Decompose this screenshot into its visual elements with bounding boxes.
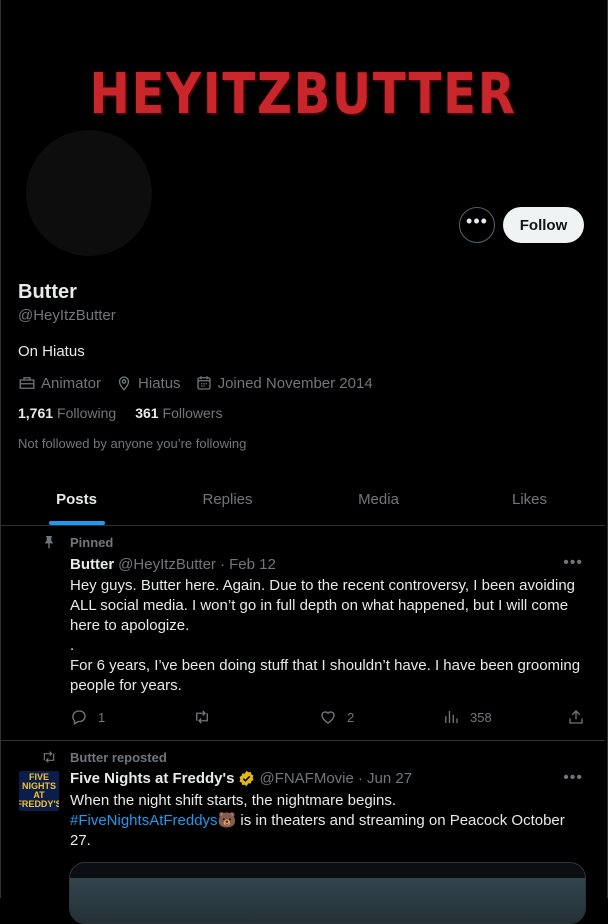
post-text: Hey guys. Butter here. Again. Due to the… (70, 576, 585, 696)
post-media[interactable] (69, 862, 586, 924)
post-more-icon[interactable]: ••• (563, 554, 583, 572)
tab-media[interactable]: Media (303, 474, 454, 525)
share-button[interactable] (567, 708, 595, 726)
post-header: Butter @HeyItzButter · Feb 12 (70, 556, 276, 573)
tab-likes[interactable]: Likes (454, 474, 605, 525)
profile-avatar[interactable] (22, 126, 156, 260)
repost-button[interactable] (193, 708, 221, 726)
profile-joined: Joined November 2014 (195, 374, 373, 392)
not-followed-notice: Not followed by anyone you’re following (18, 436, 247, 451)
following-count: 1,761 (18, 405, 54, 421)
post-author[interactable]: Five Nights at Freddy's (70, 770, 234, 787)
pinned-label: Pinned (70, 534, 114, 550)
tab-likes-label: Likes (511, 491, 548, 508)
heart-icon (321, 711, 335, 724)
hashtag-link[interactable]: #FiveNightsAtFreddys (70, 812, 218, 829)
calendar-icon (196, 376, 211, 390)
profile-job: Animator (18, 374, 101, 392)
post-more-icon[interactable]: ••• (563, 769, 583, 787)
profile-handle: @HeyItzButter (18, 307, 116, 324)
pinned-context: Pinned (41, 534, 113, 550)
post-pinned[interactable]: Pinned Butter @HeyItzButter · Feb 12 •••… (1, 526, 605, 741)
fnaf-avatar[interactable]: FIVE NIGHTS AT FREDDY'S (19, 771, 59, 811)
tab-posts-label: Posts (56, 491, 97, 508)
profile-job-label: Animator (41, 374, 102, 392)
post-text-line: . (70, 637, 75, 654)
tab-media-label: Media (358, 491, 399, 508)
verified-badge-icon (239, 770, 254, 787)
like-button[interactable]: 2 (319, 708, 354, 726)
bear-emoji: 🐻 (217, 812, 237, 829)
profile-location-label: Hiatus (138, 374, 181, 392)
banner-title: HEYITZBUTTER (89, 62, 517, 127)
follow-button[interactable]: Follow (503, 207, 584, 243)
post-handle[interactable]: @FNAFMovie (259, 770, 353, 787)
profile-meta: Animator Hiatus Joined November 2014 (18, 374, 387, 392)
follow-counts: 1,761 Following 361 Followers (18, 405, 241, 421)
post-date[interactable]: · Jun 27 (358, 770, 412, 787)
profile-name: Butter (18, 281, 77, 303)
followers-count: 361 (135, 405, 159, 421)
repost-label: Butter reposted (70, 749, 167, 765)
briefcase-icon (19, 377, 35, 389)
tab-posts[interactable]: Posts (1, 474, 152, 525)
profile-bio: On Hiatus (18, 343, 85, 360)
active-tab-indicator (48, 521, 105, 525)
profile-tabs: Posts Replies Media Likes (1, 474, 605, 526)
post-author[interactable]: Butter (70, 556, 114, 573)
post-text-line: #FiveNightsAtFreddys🐻 is in theaters and… (70, 811, 585, 851)
reply-icon (72, 710, 86, 725)
share-icon (569, 710, 583, 724)
followers-link[interactable]: 361 Followers (135, 405, 222, 421)
views-chart-icon (445, 711, 458, 723)
following-label: Following (57, 405, 117, 421)
post-text-line: Hey guys. Butter here. Again. Due to the… (70, 577, 576, 634)
pin-icon (44, 536, 54, 549)
post-text-line: When the night shift starts, the nightma… (70, 792, 397, 809)
fnaf-avatar-text: FIVE NIGHTS AT FREDDY'S (19, 772, 59, 809)
post-text-line: For 6 years, I’ve been doing stuff that … (70, 657, 581, 694)
view-count: 358 (470, 709, 492, 725)
repost-context: Butter reposted (41, 749, 167, 765)
followers-label: Followers (162, 405, 223, 421)
post-header: Five Nights at Freddy's @FNAFMovie · Jun… (70, 770, 412, 787)
post-text: When the night shift starts, the nightma… (70, 791, 585, 851)
profile-location: Hiatus (115, 374, 181, 392)
profile-joined-label: Joined November 2014 (217, 374, 373, 392)
like-count: 2 (347, 709, 355, 725)
post-date[interactable]: · Feb 12 (220, 556, 276, 573)
repost-icon (43, 751, 55, 763)
reply-count: 1 (98, 709, 106, 725)
location-pin-icon (118, 376, 130, 391)
tab-replies-label: Replies (202, 491, 253, 508)
tab-replies[interactable]: Replies (152, 474, 303, 525)
repost-icon (196, 710, 208, 724)
following-link[interactable]: 1,761 Following (18, 405, 116, 421)
views-button[interactable]: 358 (442, 708, 492, 726)
more-options-button[interactable]: ••• (459, 207, 495, 243)
post-actions: 1 2 358 (70, 708, 590, 728)
post-handle[interactable]: @HeyItzButter (118, 556, 216, 573)
media-image (70, 878, 585, 923)
more-icon: ••• (466, 211, 488, 231)
reply-button[interactable]: 1 (70, 708, 105, 726)
